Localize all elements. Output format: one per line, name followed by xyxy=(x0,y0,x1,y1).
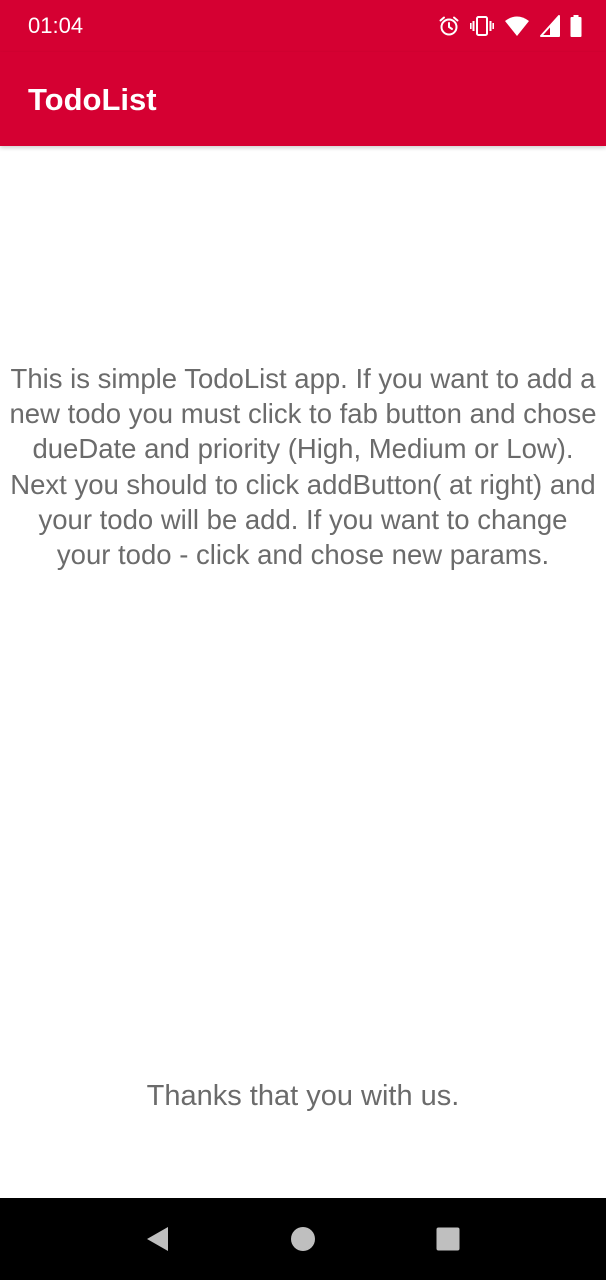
back-button[interactable] xyxy=(142,1224,172,1254)
screen: 01:04 4 TodoList This is simple TodoList… xyxy=(0,0,606,1280)
app-title: TodoList xyxy=(28,82,157,117)
wifi-icon: 4 xyxy=(504,15,530,37)
signal-icon xyxy=(540,15,560,37)
thanks-text: Thanks that you with us. xyxy=(146,1080,460,1112)
vibrate-icon xyxy=(470,15,494,37)
app-bar: TodoList xyxy=(0,52,606,146)
network-type-label: 4 xyxy=(523,26,529,37)
back-icon xyxy=(147,1227,168,1251)
navigation-bar xyxy=(0,1198,606,1280)
status-time: 01:04 xyxy=(28,13,84,38)
home-icon xyxy=(291,1227,315,1251)
alarm-icon xyxy=(438,15,460,37)
description-text: This is simple TodoList app. If you want… xyxy=(9,363,597,571)
status-icons: 4 xyxy=(438,13,582,39)
recents-icon xyxy=(436,1227,460,1251)
status-bar: 01:04 4 xyxy=(0,0,606,52)
home-button[interactable] xyxy=(288,1224,318,1254)
battery-icon xyxy=(570,15,582,37)
recents-button[interactable] xyxy=(433,1224,463,1254)
